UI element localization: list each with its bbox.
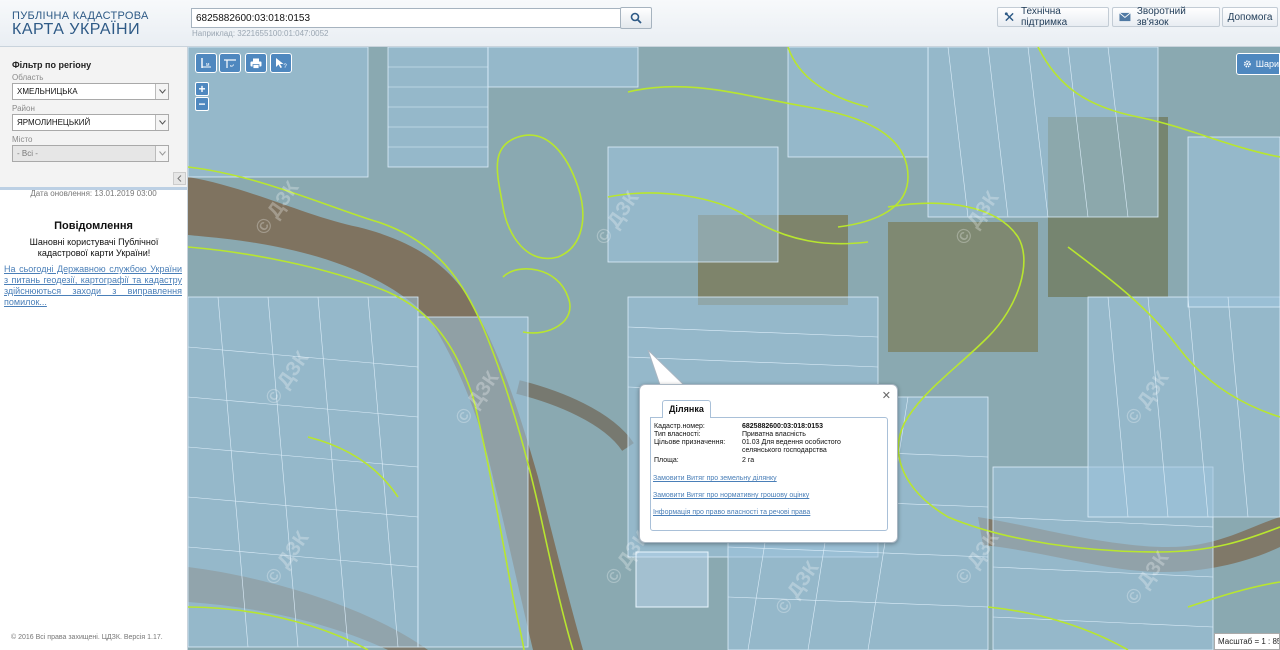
filter-title: Фільтр по регіону [12,60,92,70]
svg-text:м: м [206,62,210,68]
city-select[interactable]: - Всі - [12,145,169,162]
pointer-question-icon: ? [275,58,287,69]
order-valuation-extract-link[interactable]: Замовити Витяг про нормативну грошову оц… [653,492,809,499]
tab-parcel[interactable]: Ділянка [662,400,711,418]
notice-link[interactable]: На сьогодні Державною службою України з … [4,264,182,308]
rayon-value: ЯРМОЛИНЕЦЬКИЙ [17,118,91,127]
layers-label: Шари [1255,59,1279,69]
city-label: Місто [12,135,33,144]
order-parcel-extract-link[interactable]: Замовити Витяг про земельну ділянку [653,475,777,482]
identify-button[interactable]: ? [270,53,292,73]
feedback-label: Зворотний зв'язок [1136,6,1186,28]
zoom-in-button[interactable]: + [195,82,209,96]
update-date: Дата оновлення: 13.01.2019 03:00 [30,189,157,198]
rayon-select[interactable]: ЯРМОЛИНЕЦЬКИЙ [12,114,169,131]
svg-text:?: ? [283,64,287,69]
search-icon [630,12,642,24]
logo-title-bottom: Карта України [12,21,141,38]
layers-button[interactable]: Шари [1236,53,1280,75]
field-label: Кадастр.номер: [654,423,705,430]
city-value: - Всі - [17,149,38,158]
rayon-label: Район [12,104,35,113]
copyright: © 2016 Всі права захищені. ЦДЗК. Версія … [11,634,163,641]
field-value: 6825882600:03:018:0153 [742,423,823,430]
print-button[interactable] [245,53,267,73]
field-value: 2 га [742,457,755,464]
map-canvas[interactable]: © ДЗК © ДЗК © ДЗК © ДЗК © ДЗК © ДЗК © ДЗ… [188,47,1280,650]
zoom-out-button[interactable]: − [195,97,209,111]
ruler-icon: м [201,58,211,68]
tools-icon [1004,12,1014,22]
close-icon[interactable]: ✕ [882,389,891,402]
oblast-value: ХМЕЛЬНИЦЬКА [17,87,78,96]
help-label: Допомога [1227,11,1273,23]
area-ruler-icon: м² [224,59,236,68]
search-hint: Наприклад: 3221655100:01:047:0052 [192,29,329,38]
measure-area-button[interactable]: м² [219,53,241,73]
parcel-info-body: Кадастр.номер: 6825882600:03:018:0153 Ти… [650,417,888,531]
oblast-label: Область [12,73,44,82]
tech-support-label: Технічна підтримка [1020,6,1068,28]
oblast-select[interactable]: ХМЕЛЬНИЦЬКА [12,83,169,100]
feedback-button[interactable]: Зворотний зв'язок [1112,6,1220,28]
chevron-left-icon [177,175,182,182]
help-button[interactable]: Допомога [1222,7,1278,27]
field-value: 01.03 Для ведення особистого селянського… [742,439,841,454]
popup-tail [647,350,686,388]
field-label: Тип власності: [654,431,701,438]
envelope-icon [1119,12,1131,22]
field-value: Приватна власність [742,431,806,438]
svg-text:м²: м² [230,63,235,68]
ownership-info-link[interactable]: Інформація про право власності та речові… [653,509,810,516]
chevron-down-icon [155,146,168,161]
satellite-parcel-layer [188,47,1280,650]
measure-length-button[interactable]: м [195,53,217,73]
sidebar: Фільтр по регіону Область ХМЕЛЬНИЦЬКА Ра… [0,47,188,650]
printer-icon [250,58,262,69]
cadastre-search-input[interactable] [191,8,621,28]
region-filter-panel: Фільтр по регіону Область ХМЕЛЬНИЦЬКА Ра… [0,47,187,190]
app-header: Публічна кадастрова Карта України Наприк… [0,0,1280,47]
parcel-info-popup: ✕ Ділянка Кадастр.номер: 6825882600:03:0… [639,384,898,543]
collapse-sidebar-button[interactable] [173,172,186,185]
field-label: Цільове призначення: [654,439,726,446]
chevron-down-icon [155,115,168,130]
gear-icon [1243,60,1251,68]
scale-readout: Масштаб = 1 : 8531 [1214,633,1280,650]
notice-title: Повідомлення [54,220,133,232]
notice-text: Шановні користувачі Публічної кадастрово… [29,237,159,258]
tech-support-button[interactable]: Технічна підтримка [997,6,1109,28]
field-label: Площа: [654,457,679,464]
chevron-down-icon [155,84,168,99]
search-button[interactable] [620,7,652,29]
